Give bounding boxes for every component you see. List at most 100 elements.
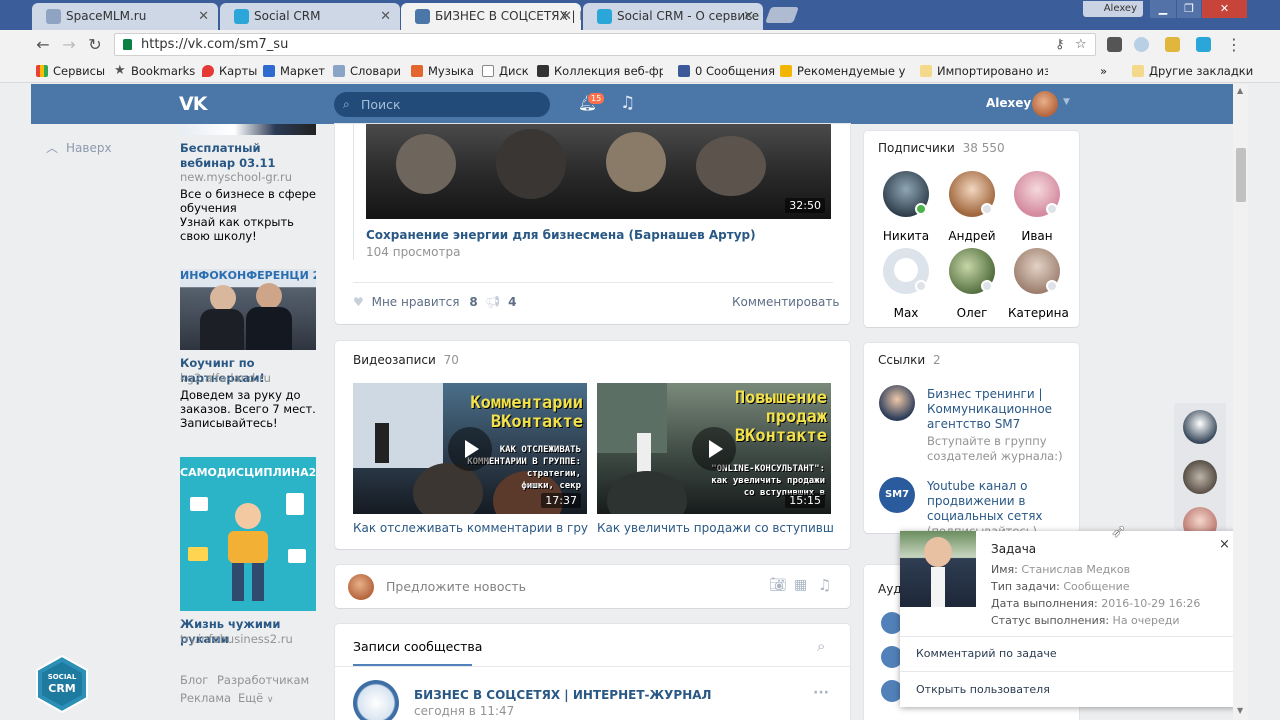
avatar[interactable] xyxy=(1032,91,1058,117)
new-tab-button[interactable] xyxy=(765,7,799,23)
close-icon[interactable]: ✕ xyxy=(198,3,209,30)
bookmark-market[interactable]: Маркет xyxy=(263,63,325,79)
tab-vk-active[interactable]: БИЗНЕС В СОЦСЕТЯХ | И ✕ xyxy=(401,3,581,30)
footer-link-blog[interactable]: Блог xyxy=(180,673,208,687)
subscriber-item[interactable]: Иван xyxy=(1008,171,1066,243)
ad-title[interactable]: Бесплатный вебинар 03.11 xyxy=(180,141,316,171)
crm-extension-icon[interactable] xyxy=(1196,37,1211,52)
search-input[interactable]: ⌕ Поиск xyxy=(334,92,550,117)
ad-image-text: ИНФОКОНФЕРЕНЦИ 201 xyxy=(180,269,316,282)
maximize-button[interactable]: ❐ xyxy=(1177,0,1201,18)
scroll-up-icon[interactable]: ▲ xyxy=(1237,86,1243,95)
chevron-down-icon[interactable]: ▼ xyxy=(1063,97,1070,107)
footer-link-developers[interactable]: Разработчикам xyxy=(217,673,309,687)
community-avatar[interactable] xyxy=(353,680,399,720)
bookmark-messages[interactable]: 0 Сообщения xyxy=(678,63,775,79)
video-thumbnail[interactable]: Повышение продаж ВКонтакте "ONLINE-КОНСУ… xyxy=(597,383,831,514)
bookmark-apps[interactable]: Сервисы xyxy=(36,63,105,79)
star-icon[interactable]: ☆ xyxy=(1075,34,1087,55)
menu-icon[interactable]: ⋮ xyxy=(1226,35,1242,54)
video-thumbnail[interactable]: Комментарии ВКонтакте КАК ОТСЛЕЖИВАТЬ КО… xyxy=(353,383,587,514)
subscriber-item[interactable]: Никита xyxy=(877,171,935,243)
bookmark-music[interactable]: Музыка xyxy=(411,63,474,79)
play-icon[interactable] xyxy=(692,427,736,471)
scrollbar-thumb[interactable] xyxy=(1236,148,1246,202)
suggest-news-input[interactable]: Предложите новость xyxy=(386,579,526,594)
subscribers-header[interactable]: Подписчики 38 550 xyxy=(878,141,1005,155)
task-user-photo[interactable] xyxy=(900,531,976,607)
search-icon[interactable]: ⌕ xyxy=(817,637,825,655)
like-button[interactable]: ♥ Мне нравится 8 xyxy=(353,295,478,309)
address-bar[interactable]: https://vk.com/sm7_su ⚷ ☆ xyxy=(114,33,1096,56)
link-title[interactable]: Youtube канал о продвижении в социальных… xyxy=(927,479,1067,524)
ad-image[interactable]: САМОДИСЦИПЛИНА2 xyxy=(180,457,316,611)
link-title[interactable]: Бизнес тренинги | Коммуникационное агент… xyxy=(927,387,1067,432)
bookmark-disk[interactable]: Диск xyxy=(482,63,529,79)
ad-image[interactable] xyxy=(180,124,316,135)
more-icon[interactable]: ··· xyxy=(813,685,829,701)
extension-icon[interactable] xyxy=(1165,37,1180,52)
subscriber-item[interactable]: Катерина xyxy=(1008,248,1069,320)
footer-link-ads[interactable]: Реклама xyxy=(180,691,231,705)
back-to-top-link[interactable]: ︿ Наверх xyxy=(46,139,112,156)
reload-icon[interactable]: ↻ xyxy=(84,34,106,56)
vk-logo-icon[interactable]: VK xyxy=(179,93,207,115)
videos-header[interactable]: Видеозаписи 70 xyxy=(353,353,459,367)
subscriber-item[interactable]: Олег xyxy=(943,248,1001,320)
close-icon[interactable]: ✕ xyxy=(743,3,754,30)
chat-avatar[interactable] xyxy=(1183,460,1217,494)
bookmarks-overflow[interactable]: » xyxy=(1100,63,1107,79)
tab-social-crm-about[interactable]: Social CRM - О сервисе ✕ xyxy=(583,3,763,30)
close-icon[interactable]: ✕ xyxy=(380,3,391,30)
extension-icon[interactable] xyxy=(1107,37,1122,52)
share-button[interactable]: 📢︎ 4 xyxy=(485,295,516,309)
ad-image[interactable]: ИНФОКОНФЕРЕНЦИ 201 xyxy=(180,269,316,350)
subscriber-item[interactable]: Андрей xyxy=(943,171,1001,243)
subscriber-item[interactable]: Max xyxy=(877,248,935,320)
tab-spacemlm[interactable]: SpaceMLM.ru ✕ xyxy=(32,3,218,30)
minimize-button[interactable]: ▁ xyxy=(1150,0,1176,18)
window-close-button[interactable]: ✕ xyxy=(1202,0,1247,18)
key-icon[interactable]: ⚷ xyxy=(1055,34,1065,55)
post-author[interactable]: БИЗНЕС В СОЦСЕТЯХ | ИНТЕРНЕТ-ЖУРНАЛ xyxy=(414,688,712,702)
play-icon[interactable] xyxy=(448,427,492,471)
close-icon[interactable]: × xyxy=(1219,537,1230,552)
links-header[interactable]: Ссылки 2 xyxy=(878,353,941,367)
comment-button[interactable]: Комментировать xyxy=(732,295,839,309)
back-arrow-icon[interactable]: ← xyxy=(32,34,54,56)
bookmark-maps[interactable]: Карты xyxy=(202,63,257,79)
video-caption[interactable]: Как увеличить продажи со вступивших в... xyxy=(597,521,833,535)
bookmark-bookmarks[interactable]: ★ Bookmarks xyxy=(114,63,195,79)
sm7-logo-icon[interactable]: SM7 xyxy=(879,477,915,513)
scroll-down-icon[interactable]: ▼ xyxy=(1237,706,1243,715)
bookmark-dictionaries[interactable]: Словари xyxy=(333,63,401,79)
skype-icon[interactable] xyxy=(1134,37,1149,52)
open-user-button[interactable]: Открыть пользователя xyxy=(916,683,1050,696)
tab-social-crm[interactable]: Social CRM ✕ xyxy=(220,3,400,30)
bookmark-other[interactable]: Другие закладки xyxy=(1132,63,1253,79)
bookmark-web-fragments[interactable]: Коллекция веб-фраг xyxy=(537,63,663,79)
camera-icon[interactable]: 📷︎ xyxy=(769,577,787,593)
user-name[interactable]: Alexey xyxy=(986,96,1031,110)
profile-name[interactable]: Alexey xyxy=(1083,1,1143,17)
document-icon xyxy=(288,549,306,563)
close-icon[interactable]: ✕ xyxy=(561,3,572,30)
tab-community-posts[interactable]: Записи сообщества xyxy=(353,639,482,654)
music-note-icon[interactable]: ♫ xyxy=(620,93,635,113)
bookmark-imported[interactable]: Импортировано из I xyxy=(920,63,1048,79)
audio-header[interactable]: Ауд xyxy=(878,582,902,596)
video-title[interactable]: Сохранение энергии для бизнесмена (Барна… xyxy=(366,228,756,242)
bookmark-recommended[interactable]: Рекомендуемые узлы xyxy=(780,63,906,79)
link-icon[interactable] xyxy=(879,385,915,421)
chat-avatar[interactable] xyxy=(1183,410,1217,444)
videos-count: 70 xyxy=(443,353,459,367)
forward-arrow-icon[interactable]: → xyxy=(58,34,80,56)
footer-link-more[interactable]: Ещё ∨ xyxy=(238,691,273,705)
social-crm-logo-icon[interactable]: SOCIAL CRM xyxy=(32,654,92,714)
video-thumbnail[interactable]: 32:50 xyxy=(366,124,831,219)
post-time[interactable]: сегодня в 11:47 xyxy=(414,704,514,718)
video-caption[interactable]: Как отслеживать комментарии в группе ... xyxy=(353,521,589,535)
film-icon[interactable]: ▦ xyxy=(794,577,807,593)
music-note-icon[interactable]: ♫ xyxy=(818,576,831,594)
task-comment-button[interactable]: Комментарий по задаче xyxy=(916,647,1057,660)
